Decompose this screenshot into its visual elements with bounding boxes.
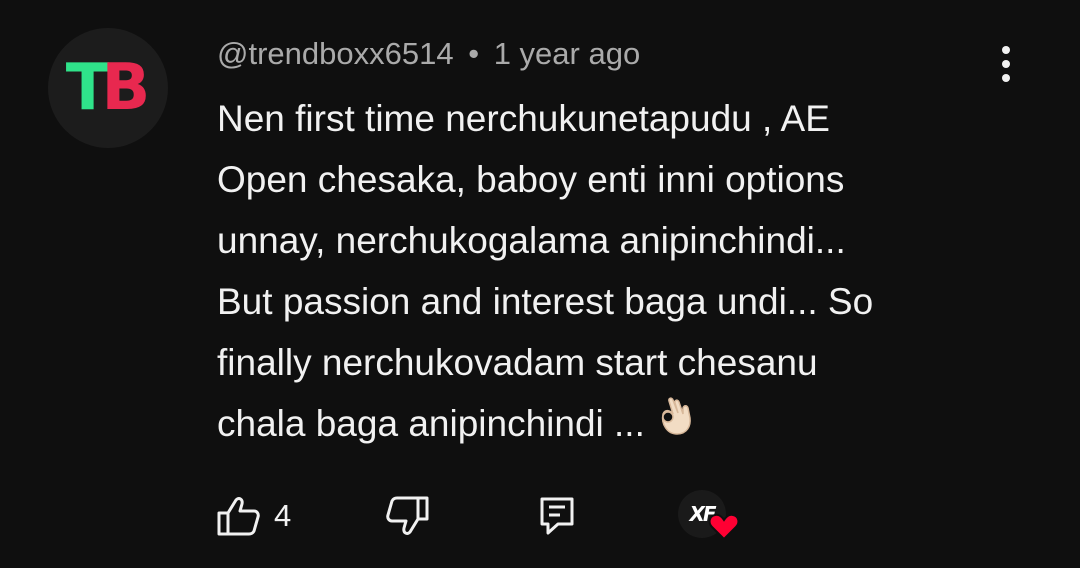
comment-line: unnay, nerchukogalama anipinchindi... (217, 220, 846, 261)
avatar-logo: TB (65, 51, 150, 125)
comment-timestamp[interactable]: 1 year ago (494, 36, 641, 71)
commenter-avatar[interactable]: TB (48, 28, 168, 148)
thumbs-down-icon (386, 496, 429, 535)
thumbs-up-icon (217, 497, 260, 536)
heart-icon (708, 513, 740, 541)
like-button[interactable]: 4 (216, 492, 291, 540)
like-count: 4 (274, 498, 292, 533)
reply-button[interactable] (538, 492, 576, 540)
username-link[interactable]: @trendboxx6514 (217, 36, 454, 71)
comment-text: Nen first time nerchukunetapudu , AE Ope… (217, 88, 997, 454)
comment-line: chala baga anipinchindi ... (217, 403, 645, 444)
ok-hand-emoji-icon (655, 393, 695, 454)
comment-line: But passion and interest baga undi... So (217, 281, 874, 322)
reply-comment-icon (540, 497, 574, 535)
meta-separator: • (468, 36, 480, 71)
comment-line: Open chesaka, baboy enti inni options (217, 159, 845, 200)
comment-line: Nen first time nerchukunetapudu , AE (217, 98, 830, 139)
comment-line: finally nerchukovadam start chesanu (217, 342, 818, 383)
creator-heart-badge: XF (678, 488, 742, 544)
vertical-dots-icon (1002, 46, 1010, 82)
dislike-button[interactable] (384, 492, 430, 540)
more-options-button[interactable] (986, 44, 1026, 84)
comment-line-last: chala baga anipinchindi ... (217, 393, 997, 454)
comment-meta: @trendboxx6514 • 1 year ago (217, 36, 640, 72)
